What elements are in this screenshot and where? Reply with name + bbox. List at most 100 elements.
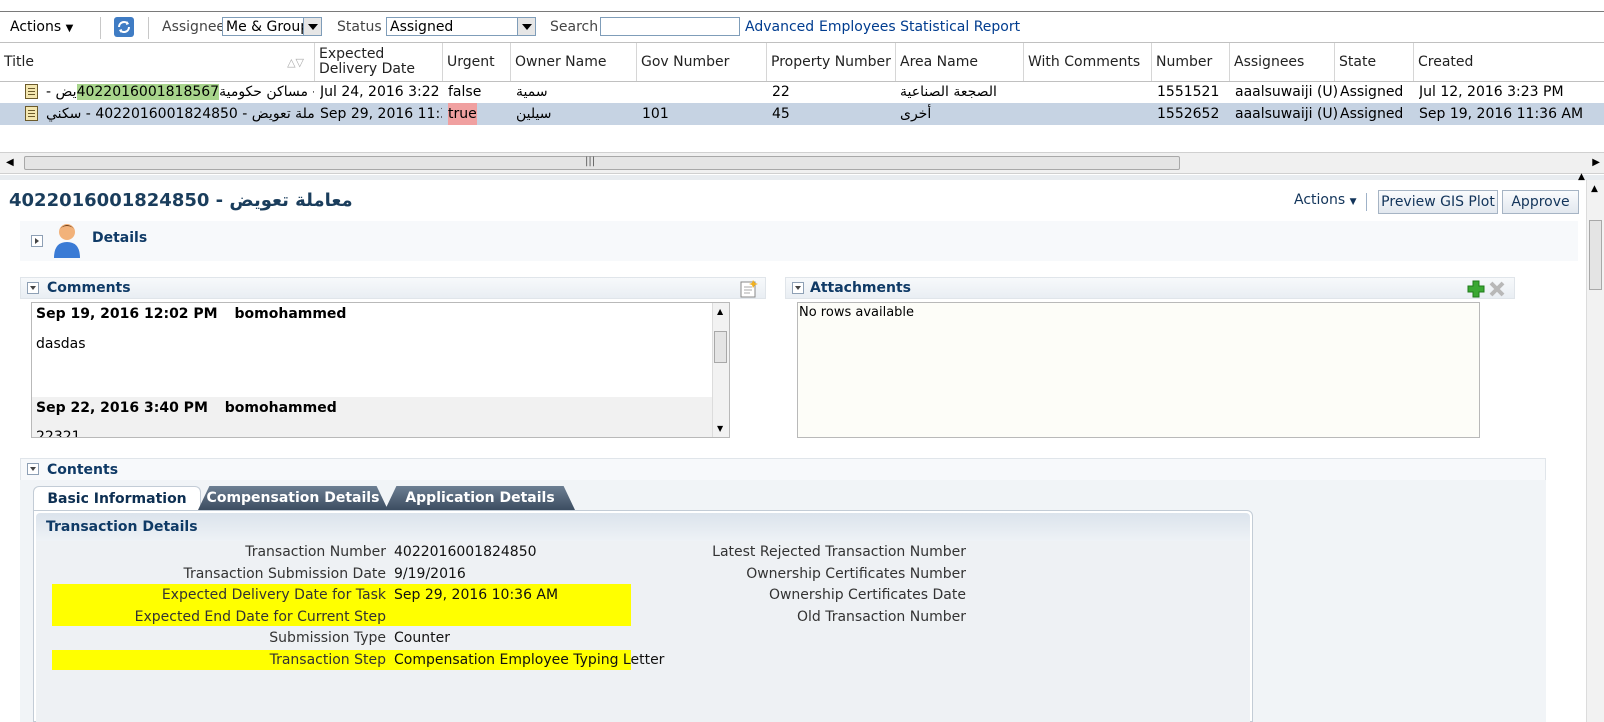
detail-actions-menu[interactable]: Actions ▼ xyxy=(1294,192,1357,208)
chevron-down-icon[interactable] xyxy=(303,18,321,35)
section-title: Transaction Details xyxy=(46,519,198,535)
comments-scrollbar[interactable]: ▲ ▼ xyxy=(712,303,729,437)
scroll-up-icon[interactable]: ▲ xyxy=(717,307,723,316)
scrollbar-thumb[interactable]: ||| xyxy=(24,156,1180,170)
row-state: Assigned xyxy=(1340,84,1404,100)
vertical-scrollbar[interactable]: ▲ xyxy=(1586,180,1604,722)
row-created: Sep 19, 2016 11:36 AM xyxy=(1419,106,1584,122)
add-attachment-icon[interactable] xyxy=(1467,280,1485,298)
sort-icon[interactable]: △▽ xyxy=(287,55,304,70)
attachments-list: No rows available xyxy=(797,302,1480,438)
horizontal-scrollbar[interactable]: ◀ ||| ▶ xyxy=(0,152,1604,174)
column-header-gov-number[interactable]: Gov Number xyxy=(636,43,766,81)
field-value: Sep 29, 2016 10:36 AM xyxy=(394,587,559,603)
grip-icon: ||| xyxy=(585,156,596,167)
column-header-created[interactable]: Created xyxy=(1413,43,1604,81)
field-label: Latest Rejected Transaction Number xyxy=(712,544,966,560)
row-state: Assigned xyxy=(1340,106,1404,122)
tab-basic-information[interactable]: Basic Information xyxy=(33,486,201,510)
field-label: Transaction Submission Date xyxy=(183,566,386,582)
refresh-icon[interactable] xyxy=(113,16,135,38)
status-label: Status xyxy=(337,19,382,35)
scroll-up-icon[interactable]: ▲ xyxy=(1591,184,1598,194)
actions-label: Actions xyxy=(10,19,62,35)
task-icon xyxy=(25,106,38,121)
row-property-number: 45 xyxy=(772,106,790,122)
field-value: 9/19/2016 xyxy=(394,566,466,582)
scroll-left-icon[interactable]: ◀ xyxy=(6,157,14,168)
row-title[interactable]: عاملة تعويض - 4022016001824850 - سكني xyxy=(46,103,314,125)
scrollbar-thumb[interactable] xyxy=(1589,220,1602,290)
delete-attachment-icon[interactable] xyxy=(1488,280,1506,298)
field-label: Expected Delivery Date for Task xyxy=(161,587,386,603)
employees-statistical-report-link[interactable]: Employees Statistical Report xyxy=(819,19,1020,35)
column-header-expected-delivery[interactable]: Expected Delivery Date xyxy=(314,43,442,81)
search-input[interactable] xyxy=(600,17,740,36)
toolbar-divider xyxy=(148,17,149,39)
column-header-state[interactable]: State xyxy=(1334,43,1413,81)
row-area-name: أخرى xyxy=(900,106,932,122)
comment-item: Sep 22, 2016 3:40 PM bomohammed 22321 xyxy=(32,397,712,437)
collapse-icon[interactable] xyxy=(27,282,39,294)
row-title[interactable]: - مساكن حكومية4022016001818567يض - xyxy=(46,81,314,103)
field-value: Counter xyxy=(394,630,450,646)
status-select[interactable]: Assigned xyxy=(386,17,536,36)
toolbar: Actions ▼ Assignee Me & Group Status Ass… xyxy=(0,11,1604,42)
row-urgent: false xyxy=(448,84,482,100)
collapse-up-icon[interactable]: ▲ xyxy=(1578,172,1585,182)
advanced-link[interactable]: Advanced xyxy=(745,19,814,35)
row-assignees: aaalsuwaiji (U) xyxy=(1235,106,1339,122)
row-assignees: aaalsuwaiji (U) xyxy=(1235,84,1339,100)
row-owner-name: سيلين xyxy=(516,106,552,122)
row-created: Jul 12, 2016 3:23 PM xyxy=(1419,84,1564,100)
contents-header: Contents xyxy=(20,458,1546,480)
actions-menu[interactable]: Actions ▼ xyxy=(10,19,73,35)
collapse-icon[interactable] xyxy=(792,282,804,294)
comment-date: Sep 22, 2016 3:40 PM xyxy=(36,400,208,416)
column-header-urgent[interactable]: Urgent xyxy=(442,43,510,81)
add-comment-icon[interactable] xyxy=(739,279,759,299)
comment-text: dasdas xyxy=(36,336,86,352)
task-table-header: Title △▽ Expected Delivery Date Urgent O… xyxy=(0,42,1604,82)
table-row[interactable]: - مساكن حكومية4022016001818567يض - Jul 2… xyxy=(0,81,1604,103)
chevron-down-icon: ▼ xyxy=(1349,197,1357,207)
expand-icon[interactable] xyxy=(31,235,43,247)
field-value: Compensation Employee Typing Letter xyxy=(394,652,665,668)
column-header-property-number[interactable]: Property Number xyxy=(766,43,895,81)
details-label[interactable]: Details xyxy=(92,230,147,246)
chevron-down-icon: ▼ xyxy=(65,23,74,34)
row-urgent: true xyxy=(448,103,477,125)
column-header-number[interactable]: Number xyxy=(1151,43,1229,81)
field-label: Old Transaction Number xyxy=(796,609,966,625)
preview-gis-plot-button[interactable]: Preview GIS Plot xyxy=(1378,190,1498,214)
assignee-value: Me & Group xyxy=(226,19,310,35)
tab-application-details[interactable]: Application Details xyxy=(385,486,575,510)
field-label: Ownership Certificates Date xyxy=(768,587,966,603)
row-gov-number: 101 xyxy=(642,106,669,122)
assignee-label: Assignee xyxy=(162,19,226,35)
field-label: Transaction Number xyxy=(245,544,386,560)
page-title: معاملة تعويض - 4022016001824850 xyxy=(9,190,353,211)
search-label: Search xyxy=(550,19,599,35)
comment-author: bomohammed xyxy=(234,306,347,322)
row-property-number: 22 xyxy=(772,84,790,100)
table-row-selected[interactable]: عاملة تعويض - 4022016001824850 - سكني Se… xyxy=(0,103,1604,125)
column-header-assignees[interactable]: Assignees xyxy=(1229,43,1334,81)
splitter[interactable] xyxy=(0,175,1604,180)
column-header-area-name[interactable]: Area Name xyxy=(895,43,1023,81)
assignee-select[interactable]: Me & Group xyxy=(222,17,322,36)
scrollbar-thumb[interactable] xyxy=(714,331,727,363)
scroll-right-icon[interactable]: ▶ xyxy=(1592,157,1600,168)
column-header-owner-name[interactable]: Owner Name xyxy=(510,43,636,81)
tab-compensation-details[interactable]: Compensation Details xyxy=(198,486,388,510)
chevron-down-icon[interactable] xyxy=(517,18,535,35)
collapse-icon[interactable] xyxy=(27,463,39,475)
scroll-down-icon[interactable]: ▼ xyxy=(717,424,723,433)
comment-item: Sep 19, 2016 12:02 PM bomohammed dasdas xyxy=(32,303,712,397)
row-expected-delivery: Sep 29, 2016 11:36 xyxy=(320,106,442,122)
field-label: Expected End Date for Current Step xyxy=(134,609,386,625)
column-header-with-comments[interactable]: With Comments xyxy=(1023,43,1151,81)
approve-button[interactable]: Approve xyxy=(1502,190,1579,214)
field-label: Submission Type xyxy=(269,630,386,646)
column-header-title[interactable]: Title △▽ xyxy=(0,43,314,81)
